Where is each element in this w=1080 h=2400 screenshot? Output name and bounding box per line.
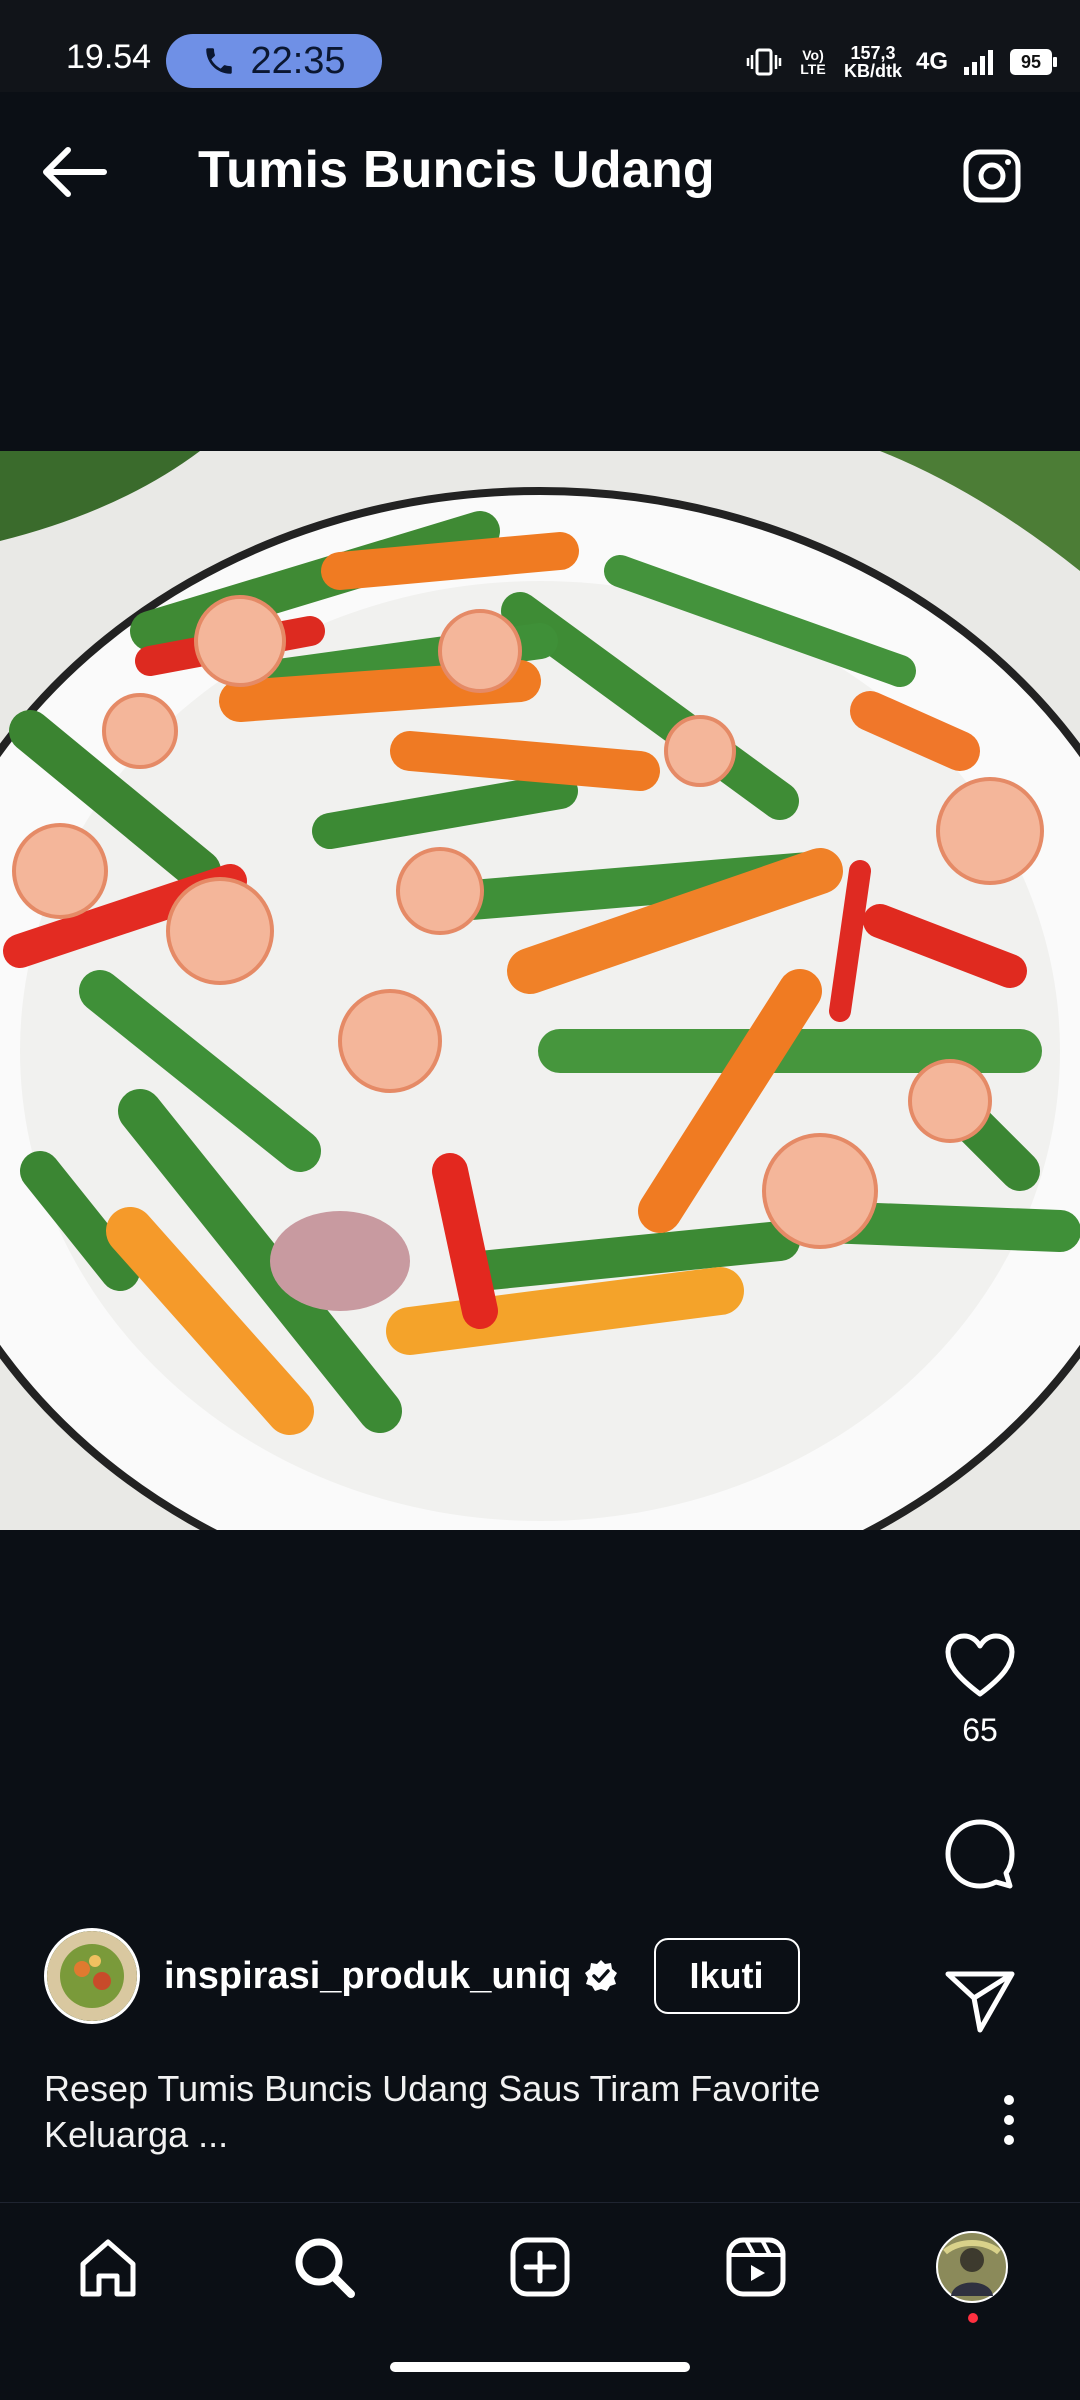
reels-icon [726,2237,786,2297]
heart-icon[interactable] [942,1630,1018,1700]
nav-search[interactable] [264,2217,384,2317]
network-speed-value: 157,3 [850,43,896,63]
status-bar: 19.54 22:35 Vo) LTE 157,3 KB/dtk 4G 95 [0,0,1080,92]
home-icon [80,2239,136,2297]
comment-action [920,1816,1040,1892]
home-indicator[interactable] [390,2362,690,2372]
more-options-icon[interactable] [994,2090,1024,2150]
network-speed: 157,3 KB/dtk [844,44,902,80]
status-time: 19.54 [66,38,152,76]
like-action: 65 [920,1630,1040,1749]
like-count: 65 [962,1712,998,1748]
food-dish-image [0,451,1080,1530]
create-icon [510,2237,570,2297]
caption-line-1: Resep Tumis Buncis Udang Saus Tiram Favo… [44,2068,821,2109]
nav-reels[interactable] [696,2217,816,2317]
nav-profile[interactable] [912,2217,1032,2323]
signal-icon [964,50,993,75]
bottom-navigation [0,2202,1080,2331]
phone-icon [206,48,233,74]
nav-home[interactable] [48,2217,168,2317]
search-icon [295,2238,355,2298]
battery-level: 95 [1020,51,1042,72]
camera-icon[interactable] [958,142,1026,210]
profile-avatar [936,2231,1008,2303]
comment-icon[interactable] [942,1816,1018,1892]
page-title: Tumis Buncis Udang [198,141,715,199]
verified-badge-icon [584,1960,617,1991]
network-type: 4G [915,48,948,75]
nav-create[interactable] [480,2217,600,2317]
app-header: Tumis Buncis Udang [0,92,1080,252]
call-duration: 22:35 [250,39,346,82]
status-icons: Vo) LTE 157,3 KB/dtk 4G 95 [746,34,1057,90]
caption-line-2: Keluarga ... [44,2114,229,2155]
volte-indicator: Vo) LTE [800,47,826,77]
vibrate-icon [746,48,782,76]
notification-dot [968,2313,978,2323]
author-avatar-image [47,1931,137,2021]
follow-button[interactable]: Ikuti [653,1938,800,2014]
post-caption[interactable]: Resep Tumis Buncis Udang Saus Tiram Favo… [44,2066,904,2158]
share-action [920,1966,1040,2036]
back-arrow-icon[interactable] [38,142,110,202]
author-avatar[interactable] [44,1928,140,2024]
author-row: inspirasi_produk_uniq Ikuti [44,1926,800,2026]
network-speed-unit: KB/dtk [843,61,902,81]
send-icon[interactable] [942,1966,1018,2036]
battery-icon: 95 [1010,49,1057,75]
post-image[interactable] [0,451,1080,1530]
ongoing-call-pill[interactable]: 22:35 [166,34,382,88]
author-username[interactable]: inspirasi_produk_uniq [164,1955,572,1998]
